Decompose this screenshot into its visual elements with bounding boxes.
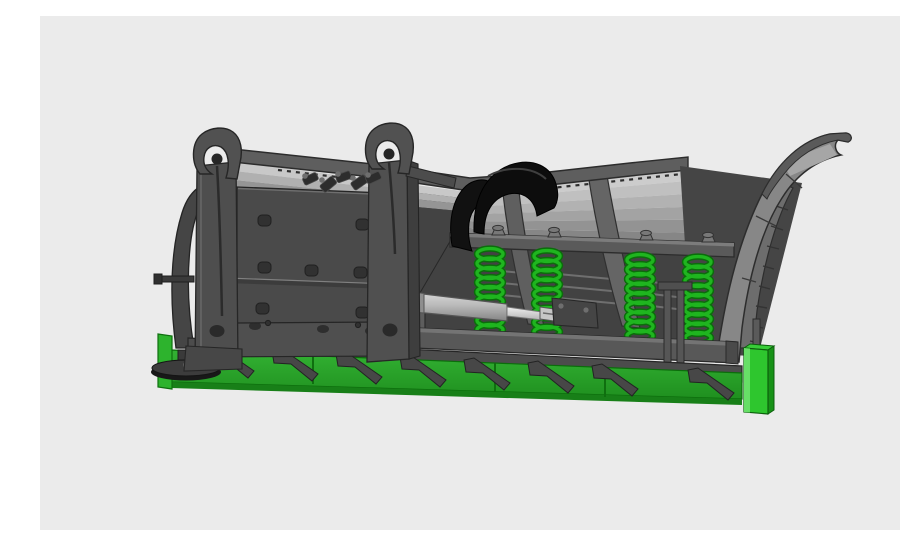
clevis-bracket xyxy=(552,298,598,328)
side-lever xyxy=(160,276,194,282)
snow-plow-canvas xyxy=(40,16,900,530)
snow-plow-render xyxy=(40,16,900,530)
